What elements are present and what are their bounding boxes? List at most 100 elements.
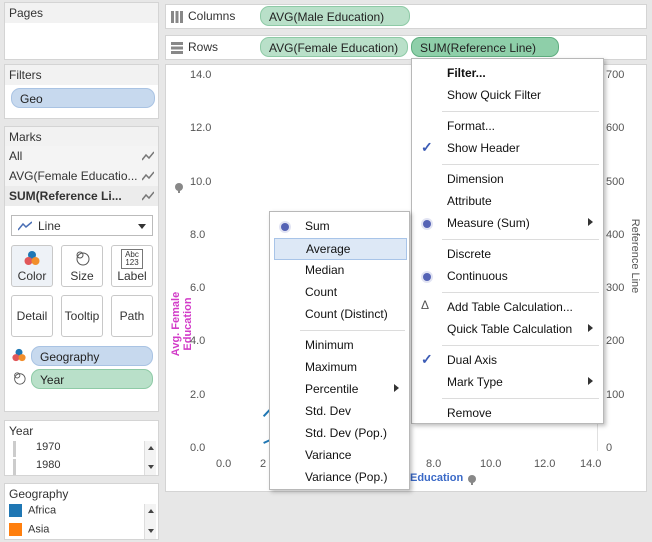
label-icon: Abc 123 bbox=[121, 249, 143, 269]
legend-item[interactable]: 1970 bbox=[13, 441, 143, 457]
submenu-arrow-icon bbox=[588, 377, 593, 385]
columns-pill-male-education[interactable]: AVG(Male Education) bbox=[260, 6, 410, 26]
checkmark-icon: ✓ bbox=[421, 139, 433, 155]
field-pill-geography[interactable]: Geography bbox=[31, 346, 153, 366]
menu-item-label: Show Header bbox=[447, 141, 520, 155]
menu-separator bbox=[300, 330, 405, 331]
y-tick-label: 12.0 bbox=[190, 122, 212, 135]
scrollbar[interactable] bbox=[144, 504, 156, 539]
x-tick-label: 14.0 bbox=[580, 458, 602, 470]
menu-item-average[interactable]: Average bbox=[274, 238, 407, 260]
menu-item-mark-type[interactable]: Mark Type bbox=[412, 372, 603, 394]
marks-card: Marks All AVG(Female Educatio... SUM(Ref… bbox=[4, 126, 159, 412]
menu-item-attribute[interactable]: Attribute bbox=[412, 191, 603, 213]
menu-item-measure-sum[interactable]: Measure (Sum) bbox=[412, 213, 603, 235]
detail-label: Detail bbox=[16, 309, 48, 323]
radio-dot-icon bbox=[423, 220, 431, 228]
columns-shelf[interactable]: Columns AVG(Male Education) bbox=[165, 4, 647, 29]
path-button[interactable]: Path bbox=[111, 295, 153, 337]
menu-item-maximum[interactable]: Maximum bbox=[270, 357, 409, 379]
menu-item-dimension[interactable]: Dimension bbox=[412, 169, 603, 191]
checkmark-icon: ✓ bbox=[421, 351, 433, 367]
marks-row-female[interactable]: AVG(Female Educatio... bbox=[5, 166, 158, 186]
legend-swatch bbox=[9, 504, 22, 517]
line-mark-icon bbox=[142, 171, 154, 181]
menu-item-sum[interactable]: Sum bbox=[270, 216, 409, 238]
color-button[interactable]: Color bbox=[11, 245, 53, 287]
menu-item-std-dev-pop[interactable]: Std. Dev (Pop.) bbox=[270, 423, 409, 445]
menu-item-filter[interactable]: Filter... bbox=[412, 63, 603, 85]
tooltip-button[interactable]: Tooltip bbox=[61, 295, 103, 337]
y2-tick-label: 700 bbox=[606, 69, 625, 81]
marks-row-reference[interactable]: SUM(Reference Li... bbox=[5, 186, 158, 206]
path-label: Path bbox=[119, 309, 145, 323]
menu-item-variance-pop[interactable]: Variance (Pop.) bbox=[270, 467, 409, 489]
legend-item[interactable]: 1980 bbox=[13, 459, 143, 475]
menu-item-label: Mark Type bbox=[447, 375, 503, 389]
menu-item-count[interactable]: Count bbox=[270, 282, 409, 304]
menu-item-add-table-calculation[interactable]: Add Table Calculation... Δ bbox=[412, 297, 603, 319]
label-button[interactable]: Abc 123 Label bbox=[111, 245, 153, 287]
menu-item-label: Variance bbox=[305, 448, 352, 462]
menu-item-show-quick-filter[interactable]: Show Quick Filter bbox=[412, 85, 603, 107]
menu-item-median[interactable]: Median bbox=[270, 260, 409, 282]
size-icon bbox=[14, 372, 26, 385]
scroll-down-icon[interactable] bbox=[148, 529, 154, 533]
rows-pill-reference-line[interactable]: SUM(Reference Line) bbox=[411, 37, 559, 57]
menu-item-variance[interactable]: Variance bbox=[270, 445, 409, 467]
rows-label: Rows bbox=[188, 40, 219, 54]
delta-icon: Δ bbox=[421, 298, 430, 312]
menu-item-show-header[interactable]: Show Header ✓ bbox=[412, 138, 603, 160]
y-tick-label: 2.0 bbox=[190, 388, 206, 401]
x-tick-label: 8.0 bbox=[426, 458, 442, 470]
menu-item-percentile[interactable]: Percentile bbox=[270, 379, 409, 401]
filter-pill-geo[interactable]: Geo bbox=[11, 88, 155, 108]
scroll-up-icon[interactable] bbox=[148, 446, 154, 450]
scroll-up-icon[interactable] bbox=[148, 509, 154, 513]
field-pill-year[interactable]: Year bbox=[31, 369, 153, 389]
color-label: Color bbox=[17, 269, 47, 283]
menu-item-remove[interactable]: Remove bbox=[412, 403, 603, 425]
menu-item-label: Add Table Calculation... bbox=[447, 300, 573, 314]
rows-icon bbox=[171, 42, 183, 54]
x-axis-pin-icon bbox=[468, 475, 476, 485]
color-icon bbox=[24, 251, 40, 265]
y-tick-label: 4.0 bbox=[190, 335, 206, 348]
menu-item-count-distinct[interactable]: Count (Distinct) bbox=[270, 304, 409, 326]
menu-separator bbox=[442, 292, 599, 293]
y-tick-label: 0.0 bbox=[190, 442, 206, 454]
y2-axis-title[interactable]: Reference Line bbox=[629, 211, 641, 301]
y2-tick-label: 100 bbox=[606, 388, 625, 401]
rows-shelf[interactable]: Rows AVG(Female Education) SUM(Reference… bbox=[165, 35, 647, 60]
menu-separator bbox=[442, 111, 599, 112]
menu-item-continuous[interactable]: Continuous bbox=[412, 266, 603, 288]
menu-item-dual-axis[interactable]: Dual Axis ✓ bbox=[412, 350, 603, 372]
y-axis-pin-icon bbox=[175, 183, 183, 193]
year-legend: Year 1970 1980 bbox=[4, 420, 159, 476]
legend-item[interactable]: Asia bbox=[9, 523, 144, 539]
menu-item-minimum[interactable]: Minimum bbox=[270, 335, 409, 357]
detail-button[interactable]: Detail bbox=[11, 295, 53, 337]
scrollbar[interactable] bbox=[144, 441, 156, 475]
rows-pill-female-education[interactable]: AVG(Female Education) bbox=[260, 37, 408, 57]
y2-tick-label: 600 bbox=[606, 122, 625, 135]
pages-title: Pages bbox=[5, 3, 158, 23]
mark-type-dropdown[interactable]: Line bbox=[11, 215, 153, 236]
menu-item-discrete[interactable]: Discrete bbox=[412, 244, 603, 266]
marks-row-all[interactable]: All bbox=[5, 146, 158, 166]
x-tick-label: 12.0 bbox=[534, 458, 556, 470]
size-button[interactable]: Size bbox=[61, 245, 103, 287]
x-tick-label: 10.0 bbox=[480, 458, 502, 470]
menu-item-format[interactable]: Format... bbox=[412, 116, 603, 138]
submenu-arrow-icon bbox=[588, 218, 593, 226]
y-tick-label: 14.0 bbox=[190, 69, 212, 81]
menu-item-quick-table-calculation[interactable]: Quick Table Calculation bbox=[412, 319, 603, 341]
x-axis-title[interactable]: Education bbox=[410, 472, 463, 484]
menu-item-label: Dimension bbox=[447, 172, 504, 186]
menu-item-label: Maximum bbox=[305, 360, 358, 374]
legend-item[interactable]: Africa bbox=[9, 504, 144, 520]
scroll-down-icon[interactable] bbox=[148, 465, 154, 469]
radio-dot-icon bbox=[281, 223, 289, 231]
menu-item-std-dev[interactable]: Std. Dev bbox=[270, 401, 409, 423]
menu-item-label: Std. Dev bbox=[305, 404, 352, 418]
